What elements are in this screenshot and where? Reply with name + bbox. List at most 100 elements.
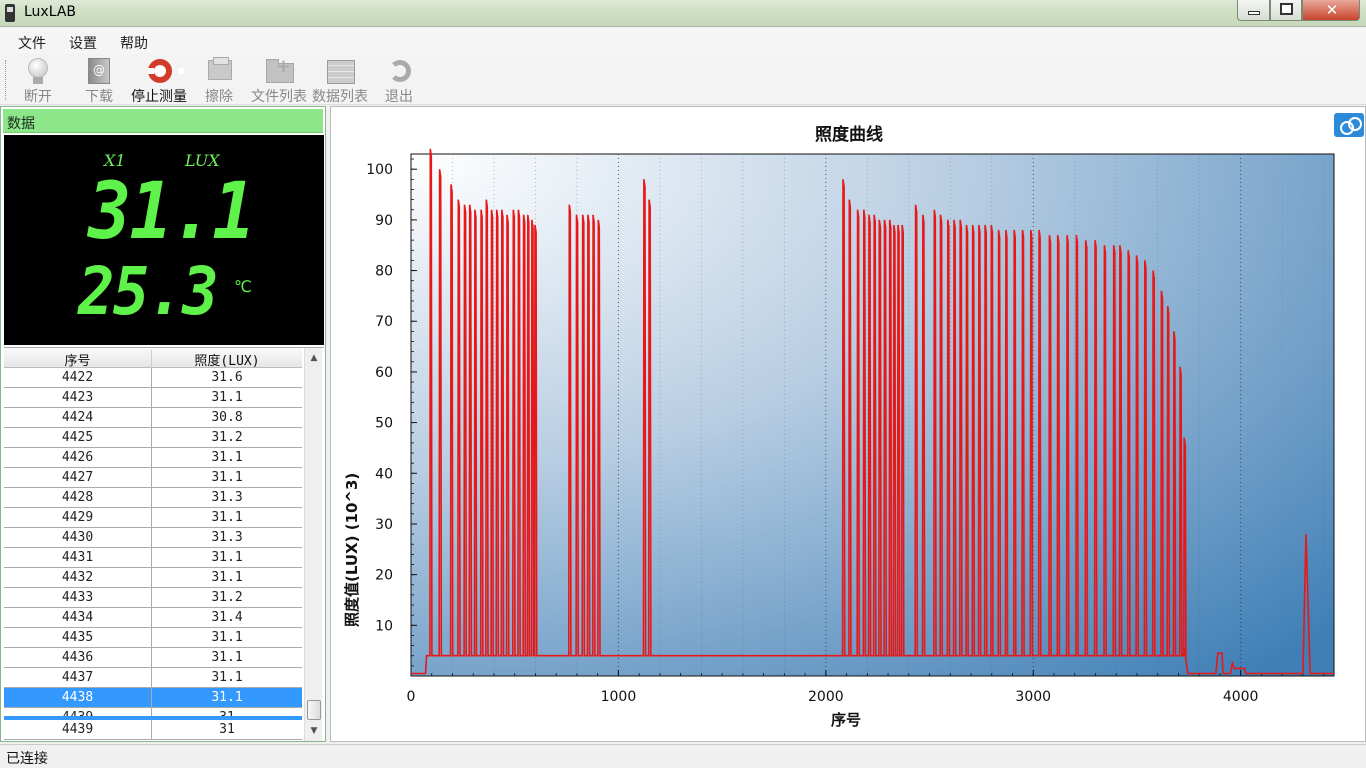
cell-lux: 31.2 [211,430,243,445]
table-row[interactable]: 4432 31.1 [4,568,302,588]
cell-lux: 31.1 [211,630,243,645]
download-button[interactable]: 下载 [81,56,117,105]
title-bar: LuxLAB ✕ [0,0,1366,27]
y-tick-label: 20 [375,568,393,584]
y-tick-label: 100 [366,162,393,178]
close-button[interactable]: ✕ [1302,0,1360,21]
cell-index: 4429 [4,508,152,528]
table-row[interactable]: 4436 31.1 [4,648,302,668]
table-row[interactable]: 4431 31.1 [4,548,302,568]
cell-lux: 31.1 [211,570,243,585]
x-tick-label: 4000 [1223,689,1259,705]
printer-icon [208,57,232,80]
table-row[interactable]: 4429 31.1 [4,508,302,528]
scroll-thumb[interactable] [307,700,321,720]
cell-lux: 31.3 [211,490,243,505]
data-list-button[interactable]: 数据列表 [310,56,370,105]
table-row[interactable]: 4424 30.8 [4,408,302,428]
cell-index: 4434 [4,608,152,628]
table-row[interactable]: 4435 31.1 [4,628,302,648]
cell-lux: 31.1 [211,690,243,705]
lcd-temp-unit: ℃ [234,277,252,296]
table-body: 4422 31.6 4423 31.1 4424 30.8 4425 31.2 4426 31.1… [4,368,302,740]
cell-lux: 31.1 [211,450,243,465]
table-row[interactable]: 4430 31.3 [4,528,302,548]
lcd-temperature-value: 25.3 [78,253,219,330]
minimize-icon [1248,11,1260,15]
column-header-index[interactable]: 序号 [4,350,152,369]
cell-index: 4437 [4,668,152,688]
table-row[interactable]: 4437 31.1 [4,668,302,688]
table-row[interactable]: 4434 31.4 [4,608,302,628]
x-tick-label: 0 [407,689,416,705]
table-row[interactable]: 4439 31 [4,720,302,740]
table-row[interactable]: 4433 31.2 [4,588,302,608]
cell-lux: 31.1 [211,550,243,565]
table-header: 序号 照度(LUX) [4,348,302,369]
exit-button[interactable]: 退出 [381,56,417,105]
y-tick-label: 40 [375,466,393,482]
close-icon: ✕ [1325,1,1339,19]
data-table: 序号 照度(LUX) 4422 31.6 4423 31.1 4424 30.8 4425 3… [4,347,324,741]
file-list-button[interactable]: 文件列表 [249,56,309,105]
table-row[interactable]: 4422 31.6 [4,368,302,388]
disconnect-button[interactable]: 断开 [20,56,56,105]
cell-index: 4427 [4,468,152,488]
scroll-down-icon[interactable]: ▼ [305,722,323,740]
x-tick-label: 2000 [808,689,844,705]
cell-lux: 31.1 [211,650,243,665]
column-header-lux[interactable]: 照度(LUX) [152,350,302,369]
menu-help[interactable]: 帮助 [120,33,148,53]
chart-svg: 1020304050607080901000 1000 2000 3000 4000 [366,148,1335,705]
cell-lux: 31.3 [211,530,243,545]
menu-bar: 文件 设置 帮助 [0,27,1366,54]
table-row[interactable]: 4438 31.1 [4,688,302,708]
toolbar-grip[interactable] [5,60,8,100]
data-panel-header: 数据 [3,109,323,133]
table-row[interactable]: 4428 31.3 [4,488,302,508]
status-text: 已连接 [6,751,48,767]
cell-index: 4431 [4,548,152,568]
lcd-lux-value: 31.1 [88,167,255,257]
toolbar: 断开 下载 停止测量 擦除 文件列表 数据列表 退出 [0,54,1366,105]
menu-file[interactable]: 文件 [18,33,46,53]
maximize-button[interactable] [1270,0,1302,21]
cell-index: 4436 [4,648,152,668]
cell-lux: 31.6 [211,370,243,385]
cell-index: 4433 [4,588,152,608]
cell-index: 4424 [4,408,152,428]
x-axis-label: 序号 [831,711,862,729]
table-row[interactable]: 4427 31.1 [4,468,302,488]
cell-index: 4428 [4,488,152,508]
minimize-button[interactable] [1237,0,1270,21]
y-tick-label: 60 [375,365,393,381]
lcd-display: X1 LUX 31.1 25.3 ℃ [4,135,324,345]
cell-index: 4439 [4,720,152,740]
book-icon [88,58,110,84]
erase-button[interactable]: 擦除 [201,56,237,105]
table-row[interactable]: 4426 31.1 [4,448,302,468]
data-panel: 数据 X1 LUX 31.1 25.3 ℃ 序号 照度(LUX) 4422 31.… [0,106,326,742]
bulb-icon [28,58,48,78]
table-row[interactable]: 4425 31.2 [4,428,302,448]
cell-index: 4423 [4,388,152,408]
cell-lux: 31.4 [211,610,243,625]
cell-index: 4435 [4,628,152,648]
table-row[interactable]: 4423 31.1 [4,388,302,408]
folder-add-icon [266,56,294,83]
plot-area [410,153,1335,677]
cell-lux: 31 [219,722,235,737]
x-tick-label: 3000 [1015,689,1051,705]
y-tick-label: 30 [375,517,393,533]
cell-lux: 31 [219,710,235,720]
cell-lux: 31.1 [211,510,243,525]
table-scrollbar[interactable]: ▲ ▼ [304,348,322,741]
scroll-up-icon[interactable]: ▲ [305,349,323,367]
menu-settings[interactable]: 设置 [69,33,97,53]
exit-icon [389,60,411,82]
y-tick-label: 80 [375,264,393,280]
y-tick-label: 50 [375,416,393,432]
stop-measure-button[interactable]: 停止测量 [129,56,189,105]
cell-index: 4438 [4,688,152,708]
table-row[interactable]: 4439 31 [4,708,302,720]
